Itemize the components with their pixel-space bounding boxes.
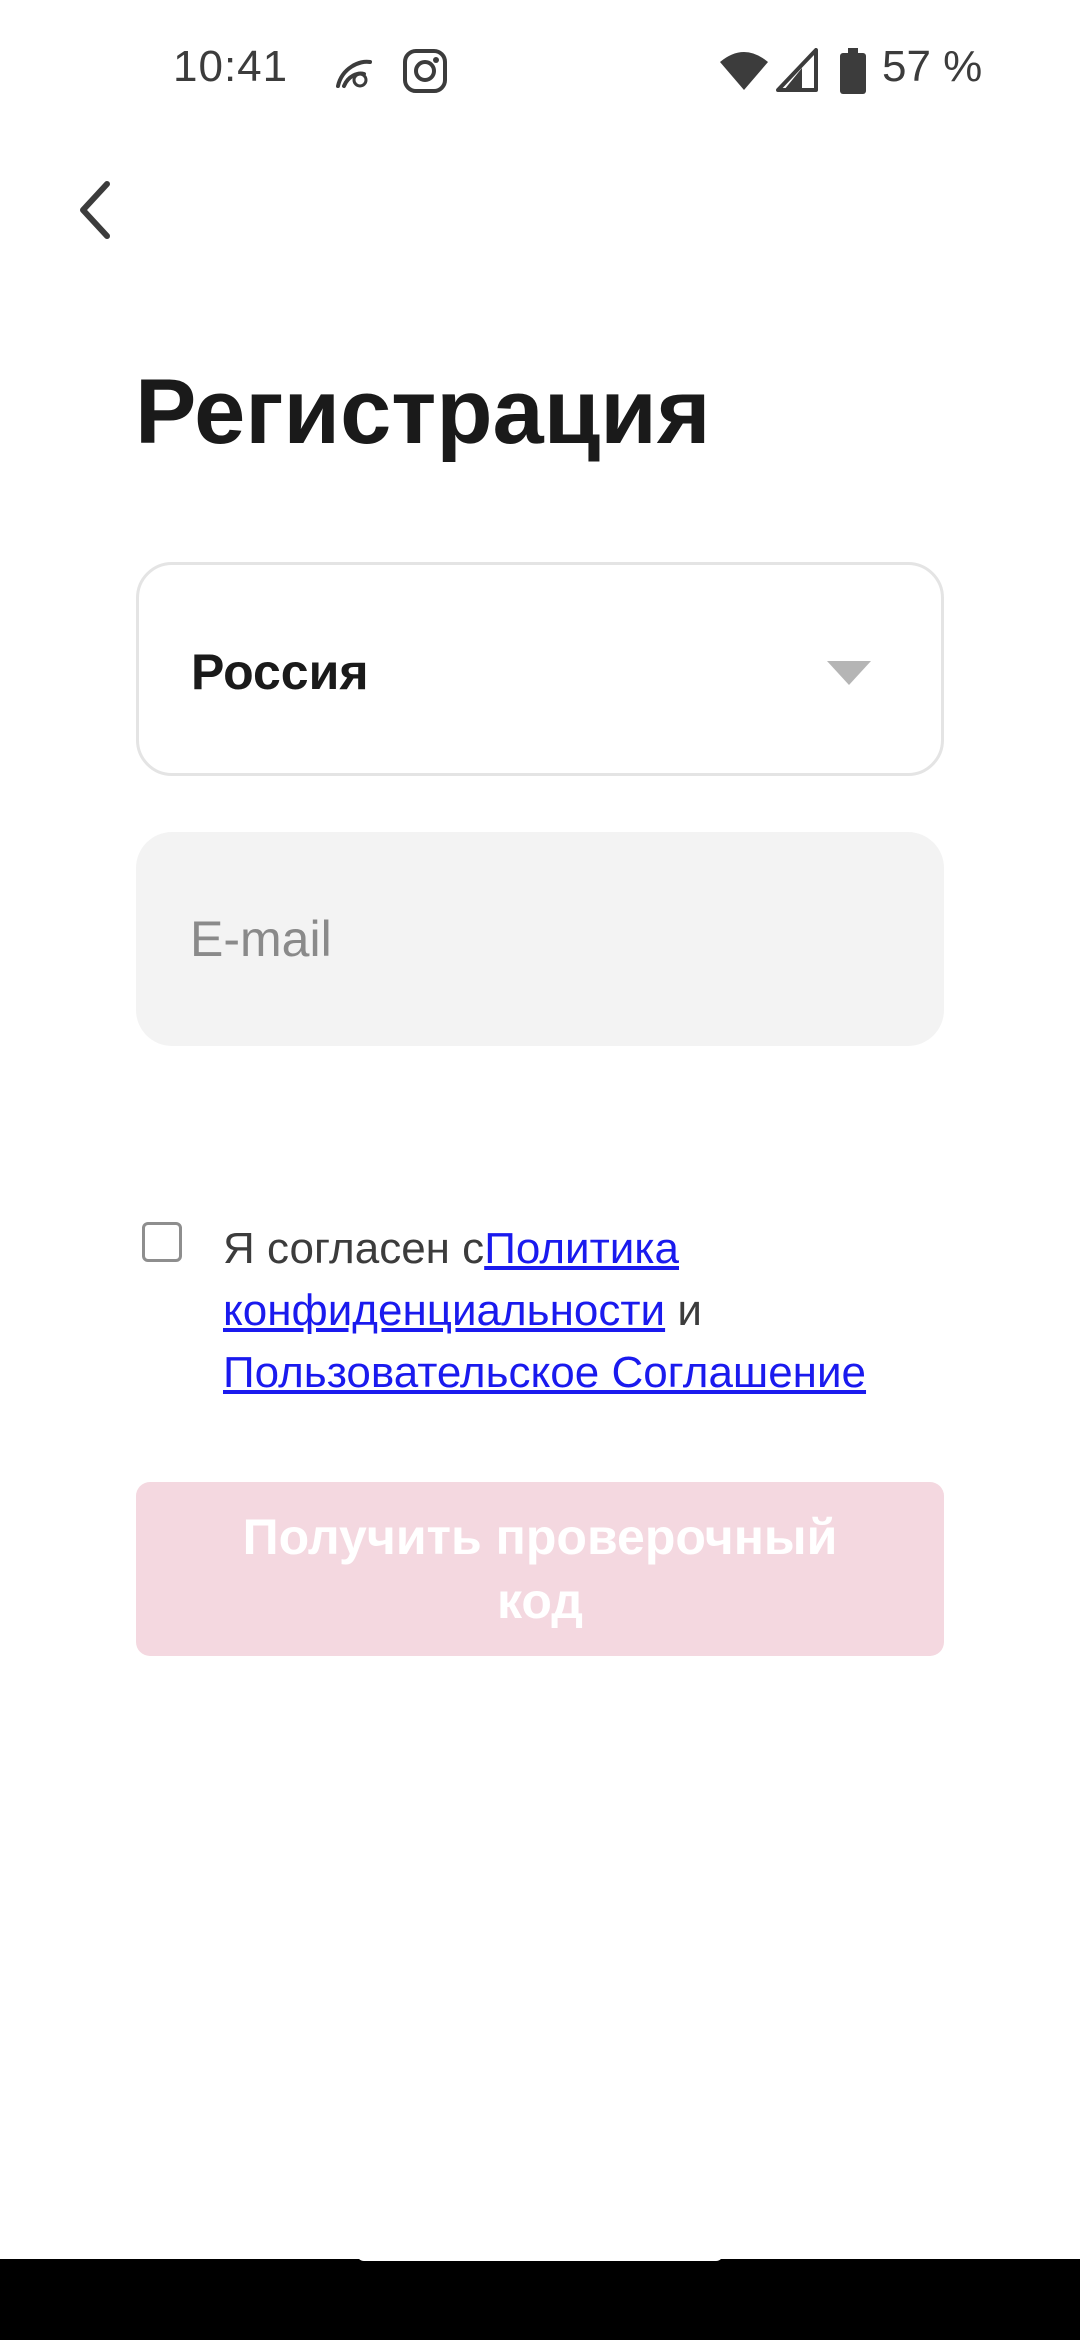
battery-percent: 57 % [882,42,983,91]
instagram-icon [403,49,447,93]
wifi-icon [720,52,768,90]
battery-icon [840,48,866,94]
meteor-app-icon [336,59,372,88]
status-time: 10:41 [173,42,289,91]
chevron-left-icon [80,181,110,239]
cellular-signal-icon [776,48,818,92]
home-indicator[interactable] [357,2247,723,2261]
country-select[interactable]: Россия [136,562,944,776]
country-value: Россия [191,644,369,700]
back-button[interactable] [60,170,130,250]
page-title: Регистрация [135,361,711,463]
get-verification-code-button[interactable]: Получить проверочный код [136,1482,944,1656]
consent-text: Я согласен сПолитика конфиденциальности … [223,1218,963,1404]
consent-checkbox[interactable] [142,1222,182,1262]
status-bar: 10:41 57 % [0,0,1080,140]
consent-conjunction: и [665,1286,702,1335]
navigation-bar [0,2259,1080,2340]
consent-prefix: Я согласен с [223,1224,485,1273]
caret-down-icon [827,661,871,685]
email-field[interactable] [136,832,944,1046]
user-agreement-link[interactable]: Пользовательское Соглашение [223,1348,866,1397]
